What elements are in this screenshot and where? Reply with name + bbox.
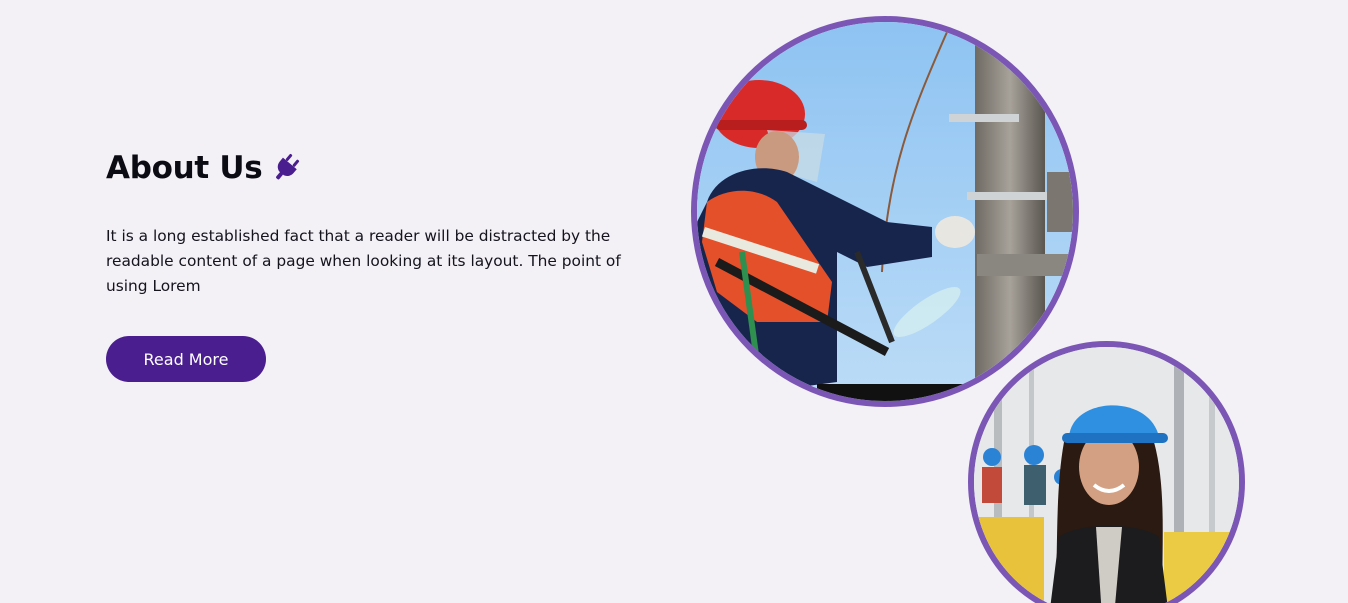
about-description: It is a long established fact that a rea… bbox=[106, 227, 621, 295]
about-text-block: About Us It is a long established fact t… bbox=[106, 150, 666, 299]
about-section: About Us It is a long established fact t… bbox=[0, 0, 1348, 603]
about-heading: About Us bbox=[106, 150, 263, 186]
lineman-photo bbox=[691, 16, 1079, 407]
engineer-photo-art bbox=[974, 347, 1239, 603]
heading-row: About Us bbox=[106, 150, 666, 186]
plug-icon bbox=[270, 152, 302, 184]
lineman-photo-art bbox=[697, 22, 1073, 401]
read-more-button[interactable]: Read More bbox=[106, 336, 266, 382]
engineer-photo bbox=[968, 341, 1245, 603]
